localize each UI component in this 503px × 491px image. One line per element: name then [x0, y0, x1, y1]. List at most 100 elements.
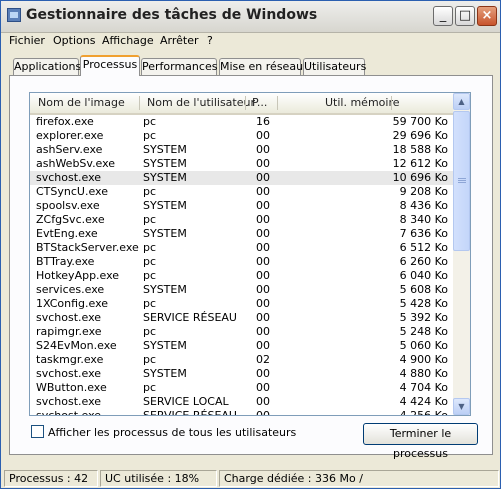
process-cpu: 00 [256, 129, 270, 142]
process-row[interactable]: rapimgr.exe pc 00 5 248 Ko [30, 325, 462, 339]
process-name: taskmgr.exe [36, 353, 104, 366]
scroll-up-arrow-icon[interactable]: ▲ [453, 93, 470, 110]
process-memory: 8 340 Ko [399, 213, 448, 226]
process-cpu: 00 [256, 339, 270, 352]
title-bar[interactable]: Gestionnaire des tâches de Windows _ □ × [1, 1, 500, 33]
menu-affichage[interactable]: Affichage [102, 34, 154, 47]
column-header-memory[interactable]: Util. mémoire [325, 96, 400, 109]
tab-performances[interactable]: Performances [141, 58, 217, 75]
process-name: svchost.exe [36, 367, 102, 380]
process-row[interactable]: services.exe SYSTEM 00 5 608 Ko [30, 283, 462, 297]
process-row[interactable]: S24EvMon.exe SYSTEM 00 5 060 Ko [30, 339, 462, 353]
column-header-user-name[interactable]: Nom de l'utilisateur [147, 96, 255, 109]
process-user: SERVICE RÉSEAU [143, 409, 251, 415]
process-memory: 4 256 Ko [348, 409, 448, 415]
process-name: svchost.exe [36, 171, 102, 184]
process-user: pc [143, 241, 157, 254]
scroll-thumb-grip [458, 182, 466, 183]
process-cpu: 00 [256, 227, 270, 240]
process-row[interactable]: HotkeyApp.exe pc 00 6 040 Ko [30, 269, 462, 283]
show-all-processes-option[interactable]: Afficher les processus de tous les utili… [31, 425, 296, 439]
process-memory: 5 428 Ko [399, 297, 448, 310]
process-cpu: 00 [256, 395, 270, 408]
show-all-processes-checkbox[interactable] [31, 425, 44, 438]
process-memory: 6 260 Ko [399, 255, 448, 268]
column-divider[interactable] [391, 96, 392, 110]
column-divider[interactable] [139, 96, 140, 110]
process-row[interactable]: 1XConfig.exe pc 00 5 428 Ko [30, 297, 462, 311]
process-row[interactable]: svchost.exeSERVICE RÉSEAU 00 4 256 Ko [30, 409, 462, 415]
process-row[interactable]: svchost.exe SERVICE LOCAL 00 4 424 Ko [30, 395, 462, 409]
process-name: HotkeyApp.exe [36, 269, 120, 282]
process-user: SYSTEM [143, 283, 187, 296]
process-row[interactable]: explorer.exe pc 00 29 696 Ko [30, 129, 462, 143]
process-row[interactable]: spoolsv.exe SYSTEM 00 8 436 Ko [30, 199, 462, 213]
process-row[interactable]: WButton.exe pc 00 4 704 Ko [30, 381, 462, 395]
status-bar: Processus : 42 UC utilisée : 18% Charge … [1, 467, 500, 489]
scroll-thumb-grip [458, 180, 466, 181]
process-memory: 5 060 Ko [399, 339, 448, 352]
process-memory: 4 880 Ko [399, 367, 448, 380]
process-memory: 6 512 Ko [399, 241, 448, 254]
task-manager-window: Gestionnaire des tâches de Windows _ □ ×… [0, 0, 501, 489]
process-user: SERVICE RÉSEAU [143, 311, 237, 324]
process-row[interactable]: ZCfgSvc.exe pc 00 8 340 Ko [30, 213, 462, 227]
process-row[interactable]: svchost.exe SERVICE RÉSEAU 00 5 392 Ko [30, 311, 462, 325]
column-header-cpu[interactable]: P... [252, 96, 267, 109]
process-row[interactable]: CTSyncU.exe pc 00 9 208 Ko [30, 185, 462, 199]
column-header-image-name[interactable]: Nom de l'image [38, 96, 125, 109]
process-memory: 7 636 Ko [399, 227, 448, 240]
tab-applications[interactable]: Applications [13, 58, 81, 75]
process-name: 1XConfig.exe [36, 297, 109, 310]
scroll-thumb[interactable] [453, 111, 470, 251]
process-name: BTStackServer.exe [36, 241, 139, 254]
process-cpu: 00 [256, 171, 270, 184]
process-name: BTTray.exe [36, 255, 95, 268]
process-row[interactable]: svchost.exe SYSTEM 00 10 696 Ko [30, 171, 462, 185]
process-memory: 12 612 Ko [392, 157, 448, 170]
status-cpu-usage: UC utilisée : 18% [100, 470, 217, 487]
process-cpu: 00 [256, 325, 270, 338]
process-row[interactable]: ashServ.exe SYSTEM 00 18 588 Ko [30, 143, 462, 157]
process-row[interactable]: EvtEng.exe SYSTEM 00 7 636 Ko [30, 227, 462, 241]
process-memory: 8 436 Ko [399, 199, 448, 212]
process-user: SERVICE LOCAL [143, 395, 229, 408]
process-row[interactable]: BTTray.exe pc 00 6 260 Ko [30, 255, 462, 269]
process-user: pc [143, 115, 157, 128]
process-memory: 5 248 Ko [399, 325, 448, 338]
process-user: pc [143, 185, 157, 198]
process-name: S24EvMon.exe [36, 339, 117, 352]
vertical-scrollbar[interactable]: ▲ ▼ [453, 93, 470, 415]
process-cpu: 00 [256, 185, 270, 198]
process-name: spoolsv.exe [36, 199, 100, 212]
process-cpu: 00 [256, 367, 270, 380]
menu-arreter[interactable]: Arrêter [160, 34, 199, 47]
process-user: SYSTEM [143, 171, 187, 184]
process-name: ZCfgSvc.exe [36, 213, 105, 226]
maximize-button[interactable]: □ [455, 6, 475, 26]
process-user: SYSTEM [143, 339, 187, 352]
minimize-button[interactable]: _ [433, 6, 453, 26]
process-list[interactable]: Nom de l'image Nom de l'utilisateur P...… [29, 92, 471, 416]
column-divider[interactable] [245, 96, 246, 110]
process-row[interactable]: ashWebSv.exe SYSTEM 00 12 612 Ko [30, 157, 462, 171]
tab-utilisateurs[interactable]: Utilisateurs [303, 58, 366, 75]
menu-help[interactable]: ? [207, 34, 213, 47]
menu-options[interactable]: Options [53, 34, 95, 47]
process-memory: 9 208 Ko [399, 185, 448, 198]
tab-mise-en-reseau[interactable]: Mise en réseau [219, 58, 303, 75]
column-divider[interactable] [277, 96, 278, 110]
process-row[interactable]: BTStackServer.exe pc 00 6 512 Ko [30, 241, 462, 255]
tab-processus[interactable]: Processus [80, 55, 140, 76]
process-cpu: 00 [256, 255, 270, 268]
process-row[interactable]: svchost.exe SYSTEM 00 4 880 Ko [30, 367, 462, 381]
scroll-down-arrow-icon[interactable]: ▼ [453, 398, 470, 415]
close-button[interactable]: × [477, 6, 497, 26]
menu-fichier[interactable]: Fichier [9, 34, 45, 47]
process-memory: 5 608 Ko [399, 283, 448, 296]
process-row[interactable]: firefox.exe pc 16 59 700 Ko [30, 115, 462, 129]
process-cpu: 00 [256, 143, 270, 156]
process-memory: 4 900 Ko [399, 353, 448, 366]
end-process-button[interactable]: Terminer le processus [363, 423, 478, 460]
process-row[interactable]: taskmgr.exe pc 02 4 900 Ko [30, 353, 462, 367]
